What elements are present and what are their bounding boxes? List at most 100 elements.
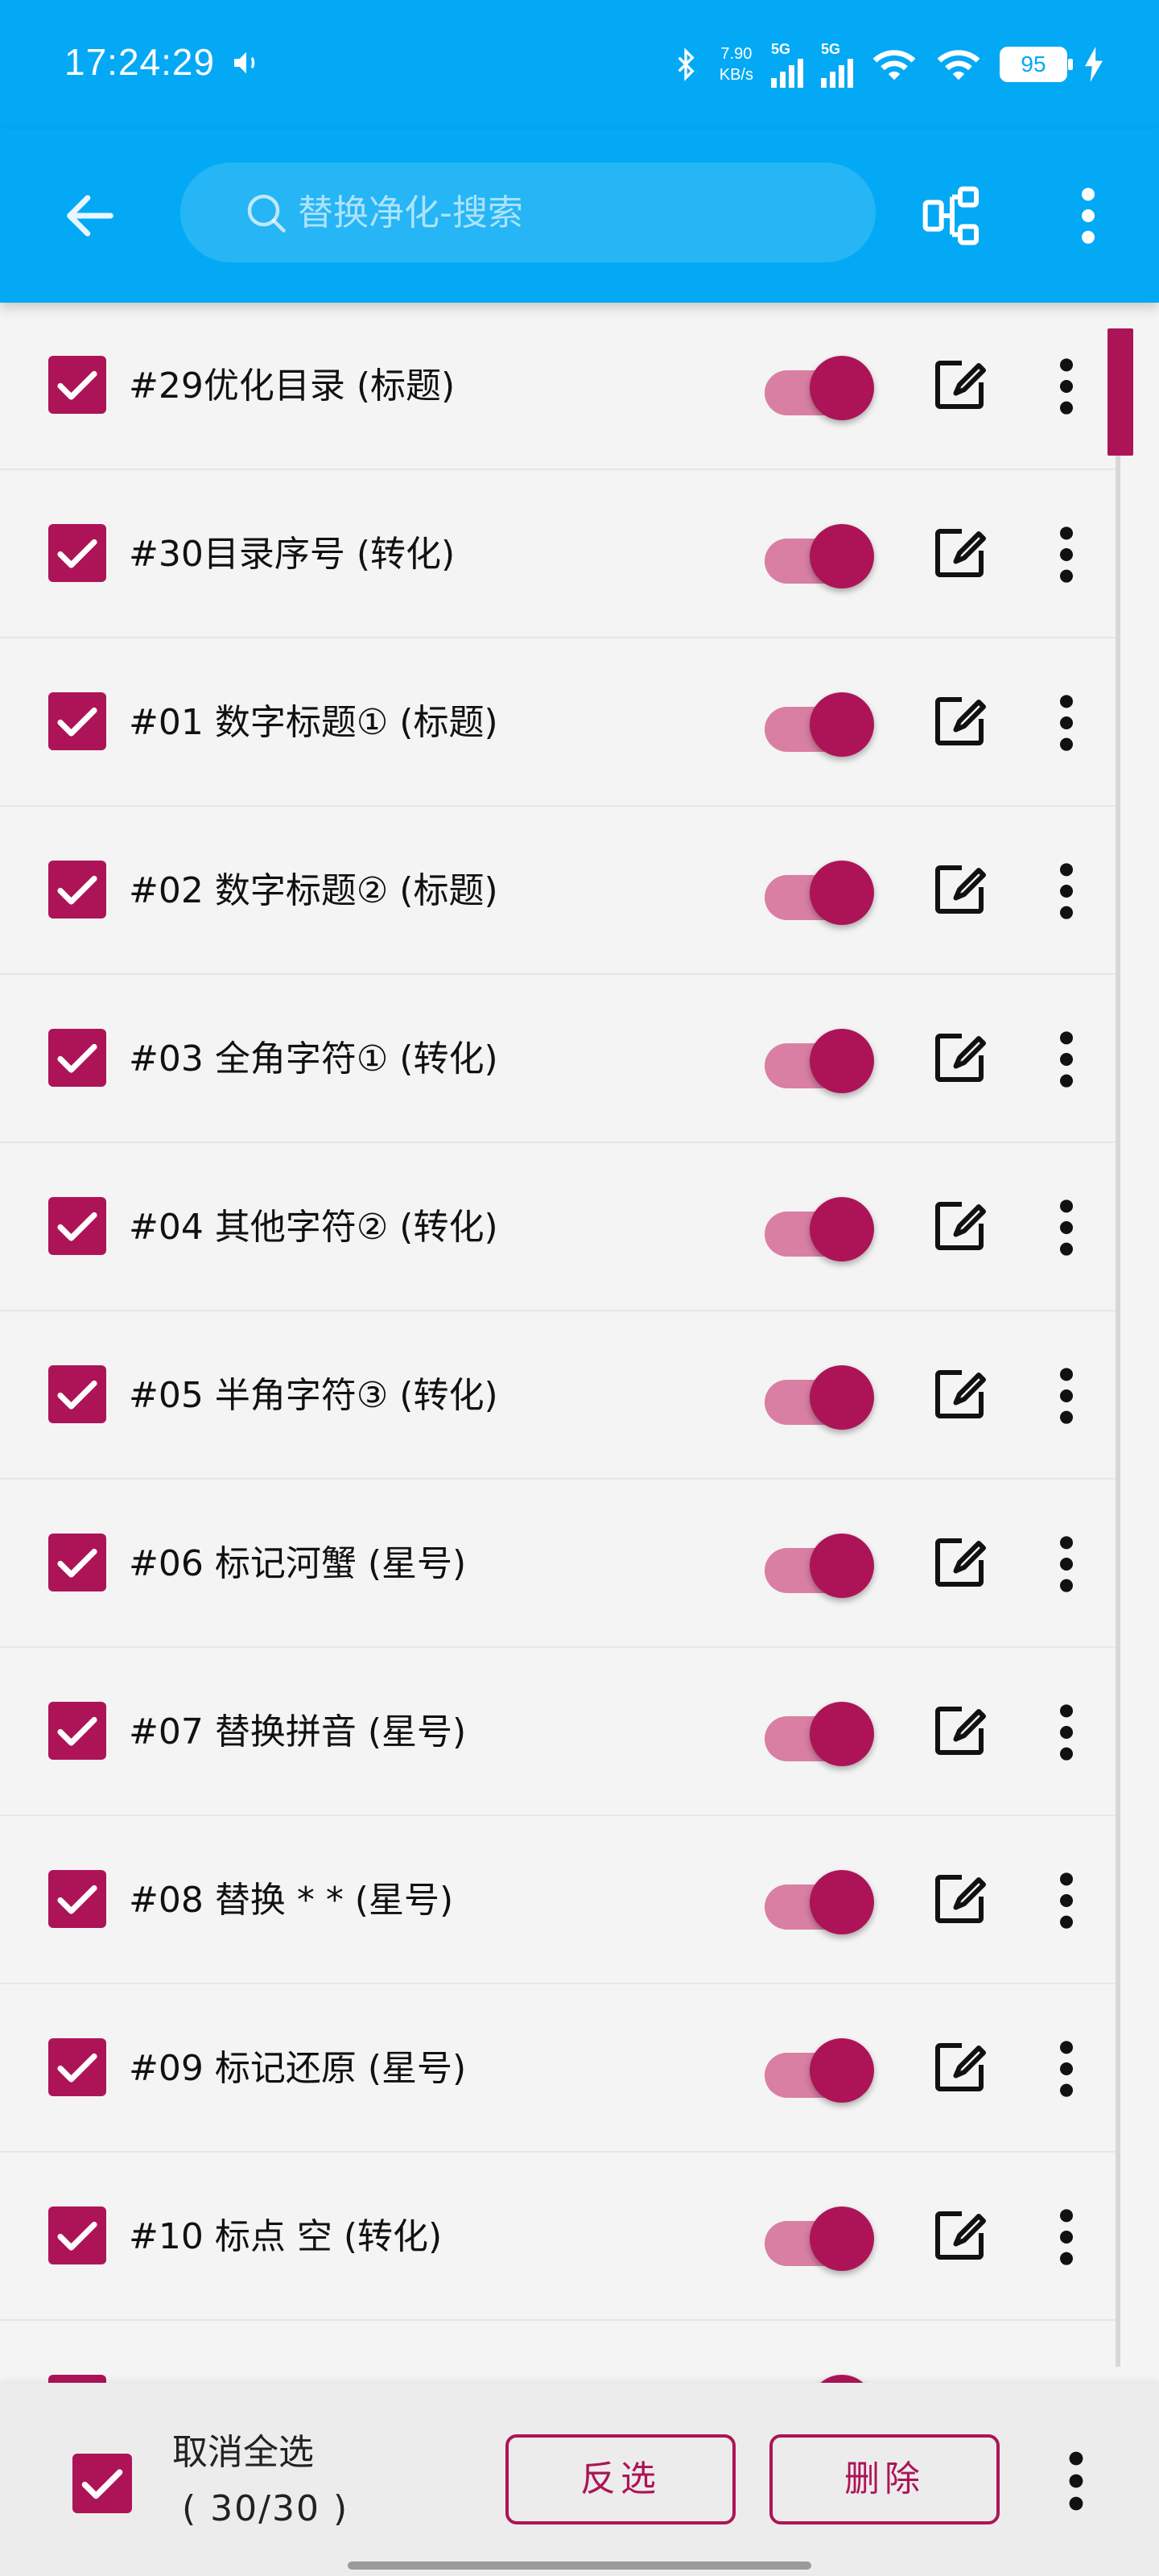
bluetooth-icon: [678, 47, 695, 81]
rule-checkbox[interactable]: [48, 861, 106, 919]
rule-enable-switch[interactable]: [765, 684, 874, 762]
home-indicator[interactable]: [348, 2562, 811, 2570]
rule-checkbox[interactable]: [48, 1870, 106, 1928]
rule-label[interactable]: #01 数字标题① (标题): [129, 699, 498, 747]
rule-label[interactable]: #03 全角字符① (转化): [129, 1035, 498, 1084]
more-vert-icon[interactable]: [1064, 184, 1112, 248]
scrollbar-track[interactable]: [1116, 330, 1120, 2367]
rule-checkbox[interactable]: [48, 2375, 106, 2383]
network-speed: 7.90 KB/s: [720, 43, 753, 85]
more-vert-icon[interactable]: [1054, 522, 1079, 587]
rule-enable-switch[interactable]: [765, 2198, 874, 2276]
check-icon: [57, 1548, 97, 1578]
more-vert-icon[interactable]: [1054, 1195, 1079, 1260]
rule-checkbox[interactable]: [48, 2038, 106, 2096]
edit-icon[interactable]: [930, 1029, 988, 1087]
rule-enable-switch[interactable]: [765, 1021, 874, 1098]
back-arrow-icon[interactable]: [60, 185, 121, 246]
rule-enable-switch[interactable]: [765, 1357, 874, 1435]
edit-icon[interactable]: [930, 1870, 988, 1928]
rule-label[interactable]: #05 半角字符③ (转化): [129, 1372, 498, 1420]
rule-label[interactable]: #10 标点 空 (转化): [129, 2213, 442, 2261]
battery-icon: 95: [1000, 47, 1073, 82]
rule-enable-switch[interactable]: [765, 1862, 874, 1939]
more-vert-icon[interactable]: [1054, 1532, 1079, 1596]
delete-button[interactable]: 删除: [769, 2434, 1000, 2524]
more-vert-icon[interactable]: [1054, 1868, 1079, 1933]
check-icon: [57, 1043, 97, 1073]
rule-enable-switch[interactable]: [765, 1525, 874, 1603]
rule-row[interactable]: #30目录序号 (转化): [0, 471, 1119, 638]
rule-label[interactable]: #29优化目录 (标题): [129, 362, 455, 411]
edit-icon[interactable]: [930, 1365, 988, 1423]
more-vert-icon[interactable]: [1054, 354, 1079, 419]
scrollbar-thumb[interactable]: [1107, 328, 1133, 456]
select-all-label[interactable]: 取消全选: [172, 2425, 314, 2481]
rule-row[interactable]: #06 标记河蟹 (星号): [0, 1480, 1119, 1648]
rule-row[interactable]: #29优化目录 (标题): [0, 303, 1119, 470]
more-vert-icon[interactable]: [1054, 1700, 1079, 1765]
rule-row[interactable]: #03 全角字符① (转化): [0, 976, 1119, 1143]
edit-icon[interactable]: [930, 692, 988, 750]
edit-icon[interactable]: [930, 861, 988, 919]
rule-checkbox[interactable]: [48, 1365, 106, 1423]
sim2-signal-icon: 5G: [821, 41, 853, 88]
more-vert-icon[interactable]: [1054, 2205, 1079, 2269]
more-vert-icon[interactable]: [1054, 859, 1079, 923]
rule-label[interactable]: #30目录序号 (转化): [129, 530, 455, 579]
edit-icon[interactable]: [930, 1197, 988, 1255]
check-icon: [57, 370, 97, 400]
select-all-checkbox[interactable]: [72, 2454, 132, 2513]
rule-checkbox[interactable]: [48, 1702, 106, 1760]
rule-enable-switch[interactable]: [765, 516, 874, 593]
rule-row[interactable]: #09 标记还原 (星号): [0, 1985, 1119, 2153]
invert-selection-button[interactable]: 反选: [505, 2434, 736, 2524]
rule-checkbox[interactable]: [48, 356, 106, 414]
edit-icon[interactable]: [930, 1702, 988, 1760]
rule-label[interactable]: #06 标记河蟹 (星号): [129, 1540, 466, 1588]
app-bar: [0, 129, 1159, 303]
rule-row[interactable]: #04 其他字符② (转化): [0, 1144, 1119, 1311]
more-vert-icon[interactable]: [1064, 2447, 1088, 2515]
edit-icon[interactable]: [930, 356, 988, 414]
edit-icon[interactable]: [930, 2207, 988, 2264]
rule-checkbox[interactable]: [48, 2207, 106, 2264]
rule-enable-switch[interactable]: [765, 852, 874, 930]
rule-checkbox[interactable]: [48, 524, 106, 582]
rule-enable-switch[interactable]: [765, 1694, 874, 1771]
group-tree-icon[interactable]: [919, 184, 985, 248]
rule-label[interactable]: #07 替换拼音 (星号): [129, 1708, 466, 1757]
more-vert-icon[interactable]: [1054, 1364, 1079, 1428]
search-input[interactable]: [298, 180, 845, 245]
rule-checkbox[interactable]: [48, 692, 106, 750]
rule-row[interactable]: #02 数字标题② (标题): [0, 807, 1119, 975]
rule-row[interactable]: #07 替换拼音 (星号): [0, 1649, 1119, 1816]
rule-checkbox[interactable]: [48, 1029, 106, 1087]
rule-row[interactable]: #10 标点 空 (转化): [0, 2153, 1119, 2321]
rule-checkbox[interactable]: [48, 1534, 106, 1591]
rule-label[interactable]: #04 其他字符② (转化): [129, 1203, 498, 1252]
rule-row[interactable]: #01 数字标题① (标题): [0, 639, 1119, 807]
rule-list[interactable]: #29优化目录 (标题) #30目录序号 (转化) #01 数字标题① (标题) #0…: [0, 303, 1159, 2383]
check-icon: [57, 1212, 97, 1241]
rule-checkbox[interactable]: [48, 1197, 106, 1255]
check-icon: [57, 539, 97, 568]
search-box[interactable]: [180, 163, 876, 262]
rule-row[interactable]: #05 半角字符③ (转化): [0, 1312, 1119, 1480]
rule-label[interactable]: #08 替换 * * (星号): [129, 1876, 453, 1925]
more-vert-icon[interactable]: [1054, 691, 1079, 755]
rule-enable-switch[interactable]: [765, 2367, 874, 2383]
rule-enable-switch[interactable]: [765, 1189, 874, 1266]
rule-row-partial[interactable]: [0, 2322, 1119, 2383]
edit-icon[interactable]: [930, 2038, 988, 2096]
more-vert-icon[interactable]: [1054, 1027, 1079, 1092]
rule-enable-switch[interactable]: [765, 2030, 874, 2107]
wifi-icon: [872, 50, 916, 80]
edit-icon[interactable]: [930, 1534, 988, 1591]
more-vert-icon[interactable]: [1054, 2037, 1079, 2101]
rule-row[interactable]: #08 替换 * * (星号): [0, 1817, 1119, 1984]
rule-enable-switch[interactable]: [765, 348, 874, 425]
rule-label[interactable]: #09 标记还原 (星号): [129, 2045, 466, 2093]
rule-label[interactable]: #02 数字标题② (标题): [129, 867, 498, 915]
edit-icon[interactable]: [930, 524, 988, 582]
